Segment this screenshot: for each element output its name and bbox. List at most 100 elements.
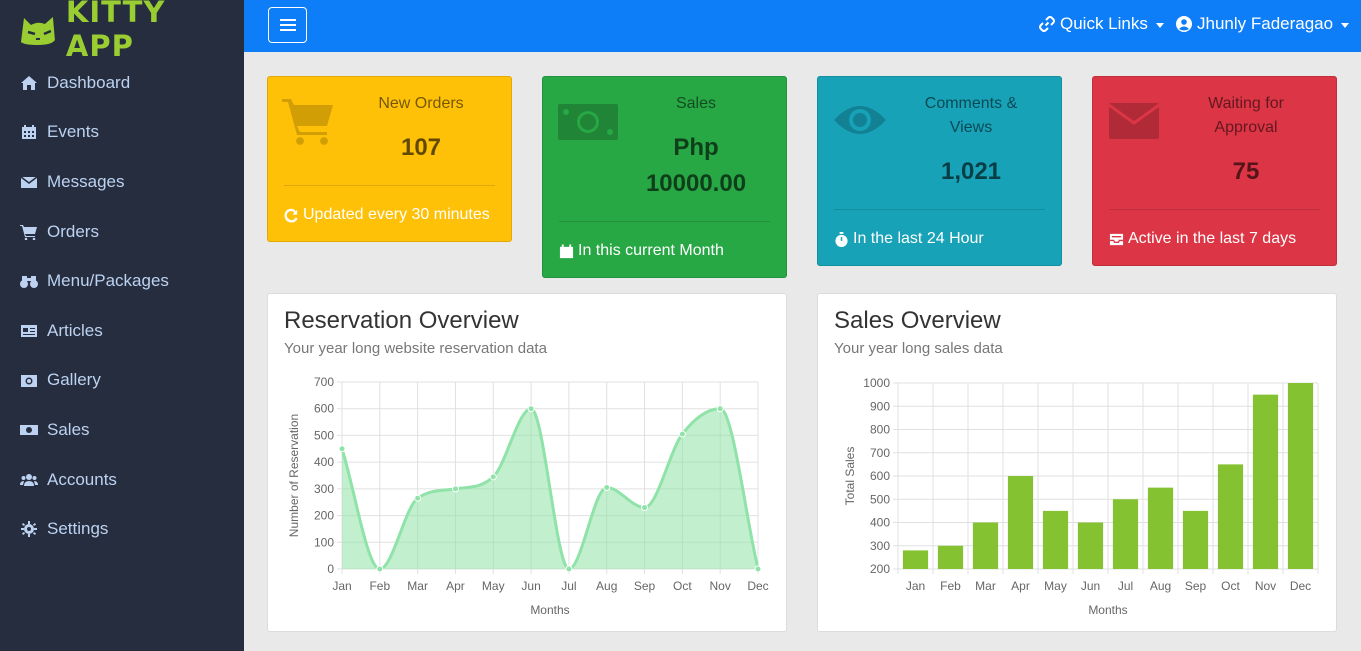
inbox-icon	[1109, 233, 1124, 245]
brand[interactable]: KITTY APP	[18, 0, 244, 63]
cat-logo-icon	[20, 17, 55, 45]
waiting-approval-label-1: Waiting for	[1208, 95, 1284, 112]
x-tick-label: Jul	[1118, 579, 1133, 593]
data-point	[414, 494, 422, 502]
sidebar-item-label: Articles	[47, 320, 103, 340]
data-point	[678, 430, 686, 438]
sidebar-item-messages[interactable]: Messages	[0, 157, 244, 207]
sales-footer: In this current Month	[559, 242, 724, 260]
sidebar-item-accounts[interactable]: Accounts	[0, 455, 244, 505]
hamburger-icon	[279, 19, 296, 31]
data-point	[527, 405, 535, 413]
waiting-approval-card[interactable]: Waiting for Approval 75 Active in the la…	[1092, 76, 1337, 266]
sidebar-item-sales[interactable]: Sales	[0, 405, 244, 455]
y-tick-label: 700	[870, 446, 890, 460]
x-tick-label: Apr	[1011, 579, 1030, 593]
bar	[902, 550, 929, 569]
x-axis-title: Months	[530, 603, 569, 617]
x-tick-label: Oct	[1221, 579, 1240, 593]
comments-views-card[interactable]: Comments & Views 1,021 In the last 24 Ho…	[817, 76, 1062, 266]
quick-links-label: Quick Links	[1060, 14, 1148, 33]
sales-currency: Php	[673, 134, 719, 161]
x-tick-label: May	[482, 579, 505, 593]
bar	[1147, 487, 1174, 569]
data-point	[489, 473, 497, 481]
x-tick-label: Nov	[1255, 579, 1276, 593]
chevron-down-icon	[1155, 22, 1164, 28]
x-tick-label: Dec	[747, 579, 768, 593]
sidebar-item-settings[interactable]: Settings	[0, 504, 244, 554]
y-tick-label: 400	[870, 516, 890, 530]
sidebar-item-label: Menu/Packages	[47, 271, 169, 291]
sidebar-toggle-button[interactable]	[268, 7, 307, 43]
bar	[1007, 476, 1034, 569]
sidebar-item-gallery[interactable]: Gallery	[0, 356, 244, 406]
sidebar-item-orders[interactable]: Orders	[0, 207, 244, 257]
comments-views-label-1: Comments &	[924, 95, 1018, 112]
divider	[559, 221, 770, 222]
user-circle-icon	[1176, 16, 1192, 32]
bar	[1252, 394, 1279, 569]
y-tick-label: 500	[870, 492, 890, 506]
divider	[834, 209, 1045, 210]
calendar-icon	[18, 123, 40, 141]
y-axis-title: Total Sales	[843, 447, 857, 506]
camera-icon	[18, 371, 40, 389]
reservation-area-chart: 0 100 200 300 400 500 600 700 Jan Feb Mar Apr May Jun…	[287, 375, 769, 617]
sidebar-item-label: Accounts	[47, 469, 117, 489]
x-tick-label: Nov	[710, 579, 731, 593]
sidebar-nav: Dashboard Events Messages Orders Menu/Pa…	[0, 58, 244, 554]
data-point	[376, 565, 384, 573]
new-orders-value: 107	[400, 134, 442, 161]
sidebar: KITTY APP Dashboard Events Messages Orde…	[0, 0, 244, 651]
sidebar-item-label: Orders	[47, 221, 99, 241]
x-tick-label: Jul	[561, 579, 576, 593]
x-tick-label: Jun	[521, 579, 540, 593]
y-axis-title: Number of Reservation	[287, 414, 301, 537]
data-point	[338, 445, 346, 453]
y-tick-label: 200	[314, 509, 334, 523]
x-tick-label: Sep	[1185, 579, 1207, 593]
x-tick-label: Apr	[446, 579, 465, 593]
comments-views-footer: In the last 24 Hour	[834, 230, 984, 248]
x-tick-label: Feb	[369, 579, 390, 593]
bar	[972, 522, 999, 569]
x-tick-label: May	[1044, 579, 1067, 593]
user-menu-dropdown[interactable]: Jhunly Faderagao	[1176, 14, 1350, 34]
bar	[1112, 499, 1139, 569]
data-point	[565, 565, 573, 573]
new-orders-label: New Orders	[378, 95, 464, 112]
divider	[284, 185, 495, 186]
stopwatch-icon	[835, 231, 848, 247]
link-icon	[1039, 16, 1055, 32]
chevron-down-icon	[1341, 22, 1350, 28]
x-tick-label: Mar	[407, 579, 428, 593]
divider	[1109, 209, 1320, 210]
waiting-approval-footer: Active in the last 7 days	[1109, 230, 1296, 248]
sidebar-item-articles[interactable]: Articles	[0, 306, 244, 356]
waiting-approval-label-2: Approval	[1214, 119, 1278, 136]
y-tick-label: 600	[870, 469, 890, 483]
y-tick-label: 600	[314, 402, 334, 416]
x-tick-label: Jun	[1081, 579, 1100, 593]
sales-card[interactable]: Sales Php 10000.00 In this current Month	[542, 76, 787, 278]
data-point	[754, 565, 762, 573]
y-tick-label: 300	[870, 539, 890, 553]
bar	[1077, 522, 1104, 569]
comments-views-value: 1,021	[940, 158, 1002, 185]
quick-links-dropdown[interactable]: Quick Links	[1039, 14, 1164, 34]
sidebar-item-menu-packages[interactable]: Menu/Packages	[0, 256, 244, 306]
cart-icon	[282, 99, 333, 145]
sidebar-item-dashboard[interactable]: Dashboard	[0, 58, 244, 108]
newspaper-icon	[18, 322, 40, 340]
y-tick-label: 0	[327, 562, 334, 576]
sidebar-item-events[interactable]: Events	[0, 108, 244, 158]
y-tick-label: 1000	[863, 376, 890, 390]
top-navbar: Quick Links Jhunly Faderagao	[244, 0, 1361, 52]
envelope-icon	[18, 173, 40, 191]
new-orders-footer: Updated every 30 minutes	[284, 206, 490, 224]
new-orders-card[interactable]: New Orders 107 Updated every 30 minutes	[267, 76, 512, 242]
sales-bar-chart: 200 300 400 500 600 700 800 900 1000 Jan Feb Mar Apr…	[843, 376, 1319, 617]
home-icon	[18, 74, 40, 92]
sidebar-item-label: Messages	[47, 171, 125, 191]
